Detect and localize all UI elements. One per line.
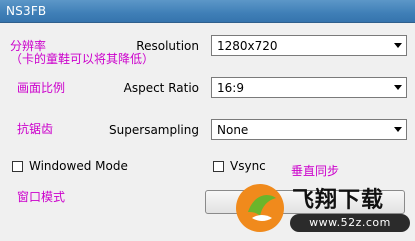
resolution-label: Resolution [136,39,199,53]
watermark-title: 飞翔下载 [292,188,385,213]
windowed-annotation: 窗口模式 [17,190,66,204]
aspect-ratio-value: 16:9 [217,81,244,95]
resolution-value: 1280x720 [217,39,278,53]
resolution-annotation: 分辨率 [10,39,47,53]
supersampling-annotation: 抗锯齿 [17,122,54,136]
windowed-mode-option[interactable]: Windowed Mode [12,159,128,173]
chevron-down-icon[interactable] [389,78,406,97]
windowed-mode-label[interactable]: Windowed Mode [29,159,128,173]
logo-icon [236,184,284,232]
supersampling-value: None [217,123,249,137]
supersampling-label: Supersampling [109,123,199,137]
resolution-select[interactable]: 1280x720 [211,35,407,56]
aspect-annotation: 画面比例 [17,81,66,95]
supersampling-select[interactable]: None [211,119,407,140]
vsync-label[interactable]: Vsync [230,159,266,173]
chevron-down-icon[interactable] [389,36,406,55]
watermark: 飞翔下载 www.52z.com [234,176,415,241]
windowed-mode-checkbox[interactable] [12,160,23,172]
vsync-checkbox[interactable] [213,160,224,172]
resolution-annotation-note: （卡的童鞋可以将其降低） [10,52,155,66]
window-title: NS3FB [6,4,47,18]
aspect-ratio-label: Aspect Ratio [123,81,199,95]
title-bar: NS3FB [0,0,415,23]
aspect-ratio-select[interactable]: 16:9 [211,77,407,98]
chevron-down-icon[interactable] [389,120,406,139]
watermark-url: www.52z.com [290,214,410,232]
vsync-option[interactable]: Vsync [213,159,266,173]
